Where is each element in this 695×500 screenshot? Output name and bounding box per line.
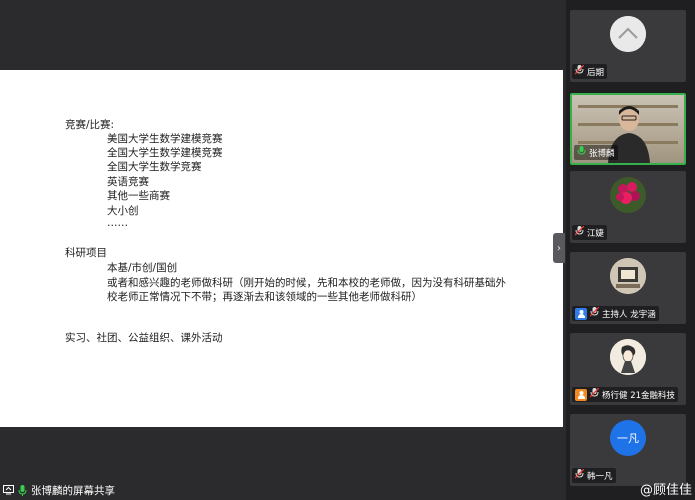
participant-name: 杨行健 21金融科技 — [602, 390, 676, 401]
list-item: …… — [107, 217, 128, 229]
participant-tile[interactable]: 一凡 韩一凡 — [570, 414, 686, 486]
host-icon — [575, 307, 587, 320]
mic-muted-icon — [590, 388, 599, 401]
participant-name: 主持人 龙宇涵 — [602, 309, 656, 320]
participant-name: 韩一凡 — [587, 471, 613, 482]
participant-name: 江婕 — [587, 228, 605, 239]
participant-name-bar: 张博麟 — [574, 145, 618, 160]
share-status-bar: 张博麟的屏幕共享 — [0, 480, 115, 500]
participant-tile[interactable]: 主持人 龙宇涵 — [570, 252, 686, 324]
participant-name-bar: 杨行健 21金融科技 — [572, 387, 679, 402]
collapse-panel-button[interactable]: › — [553, 233, 565, 263]
list-item: 或者和感兴趣的老师做科研（刚开始的时候，先和本校的老师做，因为没有科研基础外 — [107, 277, 506, 289]
list-item: 英语竞赛 — [107, 176, 149, 188]
avatar — [610, 339, 646, 375]
list-item: 全国大学生数学竞赛 — [107, 161, 202, 173]
participant-name-bar: 江婕 — [572, 225, 608, 240]
list-item: 校老师正常情况下不带；再逐渐去和该领域的一些其他老师做科研） — [107, 291, 422, 303]
mic-active-icon — [577, 146, 586, 159]
slide-content: 竞赛/比赛: 美国大学生数学建模竞赛 全国大学生数学建模竞赛 全国大学生数学竞赛… — [0, 70, 563, 427]
participant-name-bar: 主持人 龙宇涵 — [572, 306, 659, 321]
screen-share-icon[interactable] — [3, 485, 14, 495]
slide-other-activities: 实习、社团、公益组织、课外活动 — [65, 332, 223, 344]
participant-name: 后期 — [587, 67, 605, 78]
avatar — [610, 177, 646, 213]
mic-muted-icon — [590, 307, 599, 320]
list-item: 美国大学生数学建模竞赛 — [107, 133, 223, 145]
share-label: 张博麟的屏幕共享 — [31, 484, 115, 497]
chevron-right-icon: › — [557, 242, 561, 254]
avatar — [610, 258, 646, 294]
avatar — [610, 16, 646, 52]
participant-name: 张博麟 — [589, 148, 615, 159]
mic-muted-icon — [575, 226, 584, 239]
user-icon — [575, 388, 587, 401]
screen-share-area: 竞赛/比赛: 美国大学生数学建模竞赛 全国大学生数学建模竞赛 全国大学生数学竞赛… — [0, 0, 566, 500]
slide-heading-research: 科研项目 — [65, 247, 107, 259]
mic-active-icon — [18, 484, 27, 496]
list-item: 本基/市创/国创 — [107, 262, 178, 274]
slide-heading-competitions: 竞赛/比赛: — [65, 119, 115, 131]
list-item: 其他一些商赛 — [107, 190, 170, 202]
participant-tile[interactable]: 江婕 — [570, 171, 686, 243]
watermark: @顾佳佳 — [639, 483, 692, 498]
mic-muted-icon — [575, 65, 584, 78]
mic-muted-icon — [575, 469, 584, 482]
participant-name-bar: 后期 — [572, 64, 608, 79]
participant-tile[interactable]: 后期 — [570, 10, 686, 82]
avatar-initials: 一凡 — [617, 432, 639, 445]
shared-slide: 竞赛/比赛: 美国大学生数学建模竞赛 全国大学生数学建模竞赛 全国大学生数学竞赛… — [0, 70, 563, 427]
avatar: 一凡 — [610, 420, 646, 456]
participant-tile[interactable]: 杨行健 21金融科技 — [570, 333, 686, 405]
list-item: 全国大学生数学建模竞赛 — [107, 147, 223, 159]
participant-name-bar: 韩一凡 — [572, 468, 616, 483]
participant-tile-active[interactable]: 张博麟 — [570, 93, 686, 165]
